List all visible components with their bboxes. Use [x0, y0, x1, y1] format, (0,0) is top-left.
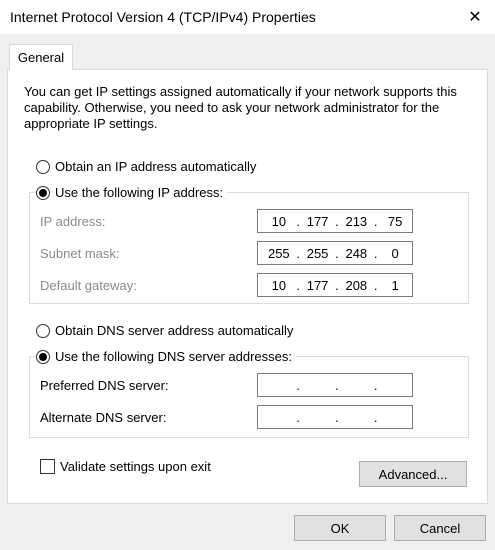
ip-address-group	[29, 192, 469, 304]
dns-manual-radio-row[interactable]: Use the following DNS server addresses:	[36, 349, 296, 364]
validate-label: Validate settings upon exit	[60, 459, 211, 474]
ip-manual-label: Use the following IP address:	[55, 185, 224, 200]
dns-manual-label: Use the following DNS server addresses:	[55, 349, 292, 364]
advanced-button[interactable]: Advanced...	[359, 461, 467, 487]
ip-auto-label: Obtain an IP address automatically	[55, 159, 257, 174]
tab-general-label: General	[17, 50, 65, 65]
cancel-button[interactable]: Cancel	[394, 515, 486, 541]
close-button[interactable]: ✕	[455, 0, 495, 34]
intro-text: You can get IP settings assigned automat…	[24, 84, 457, 131]
window-title: Internet Protocol Version 4 (TCP/IPv4) P…	[10, 9, 316, 25]
dns-auto-radio[interactable]	[36, 323, 50, 338]
ok-button[interactable]: OK	[294, 515, 386, 541]
dns-server-group	[29, 356, 469, 438]
dns-auto-label: Obtain DNS server address automatically	[55, 323, 294, 338]
ip-auto-radio-row[interactable]: Obtain an IP address automatically	[36, 159, 261, 174]
validate-checkbox-row[interactable]: Validate settings upon exit	[40, 459, 211, 474]
dns-manual-radio[interactable]	[36, 349, 50, 364]
title-bar: Internet Protocol Version 4 (TCP/IPv4) P…	[0, 0, 495, 34]
validate-checkbox[interactable]	[40, 459, 55, 474]
close-icon: ✕	[468, 9, 482, 26]
ip-manual-radio-row[interactable]: Use the following IP address:	[36, 185, 228, 200]
ip-auto-radio[interactable]	[36, 159, 50, 174]
ip-manual-radio[interactable]	[36, 185, 50, 200]
dns-auto-radio-row[interactable]: Obtain DNS server address automatically	[36, 323, 298, 338]
tab-general[interactable]: General	[9, 44, 73, 70]
